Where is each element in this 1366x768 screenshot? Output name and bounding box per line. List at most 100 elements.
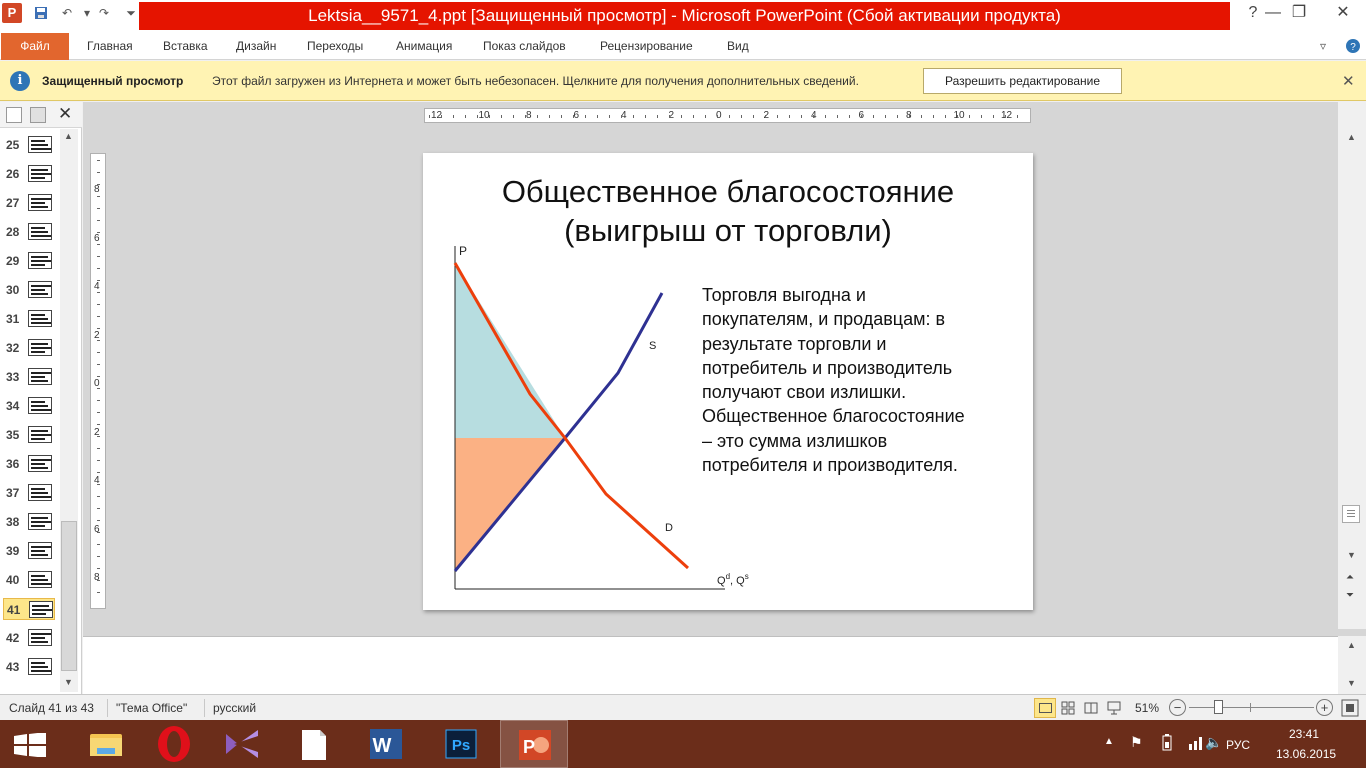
notes-pane[interactable]	[83, 636, 1338, 694]
undo-icon[interactable]: ↶	[60, 6, 74, 20]
save-icon[interactable]	[34, 6, 48, 20]
body-line: Торговля выгодна и	[702, 285, 866, 305]
slide-thumbnail-37[interactable]: 37	[3, 482, 55, 504]
power-icon[interactable]	[1160, 734, 1174, 752]
slide-thumbnail-43[interactable]: 43	[3, 656, 55, 678]
slide-thumbnail-38[interactable]: 38	[3, 511, 55, 533]
slide-41[interactable]: Общественное благосостояние (выигрыш от …	[423, 153, 1033, 610]
slide-number: 32	[6, 341, 20, 355]
scroll-down-icon[interactable]: ▼	[1347, 678, 1356, 688]
slide-thumbnail-32[interactable]: 32	[3, 337, 55, 359]
info-shield-icon: i	[10, 71, 30, 91]
vertical-ruler: 864202468	[90, 153, 106, 609]
tray-expand-icon[interactable]: ▲	[1104, 736, 1114, 747]
windows-start-icon[interactable]	[14, 732, 46, 758]
input-language[interactable]: РУС	[1226, 738, 1250, 752]
notes-scrollbar[interactable]: ▲ ▼	[1338, 636, 1366, 694]
redo-icon[interactable]: ↷	[97, 6, 111, 20]
slide-thumbnail-36[interactable]: 36	[3, 453, 55, 475]
scroll-up-icon[interactable]: ▲	[64, 131, 73, 141]
notes-splitter[interactable]	[83, 629, 1366, 636]
file-explorer-icon[interactable]	[72, 720, 140, 768]
zoom-in-button[interactable]: +	[1316, 699, 1333, 716]
zoom-slider-track[interactable]	[1189, 707, 1314, 708]
tab-slideshow[interactable]: Показ слайдов	[483, 32, 566, 60]
help-circle-icon[interactable]: ?	[1345, 32, 1361, 53]
slide-thumbnail-31[interactable]: 31	[3, 308, 55, 330]
slide-thumbnail-30[interactable]: 30	[3, 279, 55, 301]
language-indicator[interactable]: русский	[213, 701, 256, 715]
reading-view-icon[interactable]	[1084, 701, 1098, 715]
restore-icon[interactable]: ❐	[1276, 0, 1322, 28]
slide-body-text[interactable]: Торговля выгодна и покупателям, и продав…	[702, 283, 1012, 477]
slide-thumbnail-25[interactable]: 25	[3, 134, 55, 156]
svg-text:Ps: Ps	[452, 737, 470, 754]
slide-sorter-icon[interactable]	[1061, 701, 1075, 715]
outline-tab-icon[interactable]	[30, 107, 46, 123]
clock-date[interactable]: 13.06.2015	[1276, 747, 1336, 761]
slide-thumbnail-26[interactable]: 26	[3, 163, 55, 185]
slide-scrollbar[interactable]: ▲ ▼ ⏶ ⏷	[1338, 102, 1366, 629]
normal-view-icon[interactable]	[1034, 698, 1056, 718]
slide-number: 30	[6, 283, 20, 297]
visual-studio-icon[interactable]	[208, 720, 276, 768]
ribbon-collapse-icon[interactable]: ▿	[1320, 32, 1326, 60]
slide-thumbnail-39[interactable]: 39	[3, 540, 55, 562]
status-bar: Слайд 41 из 43 "Тема Office" русский 51%…	[0, 694, 1366, 720]
slideshow-icon[interactable]	[1107, 701, 1121, 715]
photoshop-icon[interactable]: Ps	[428, 720, 496, 768]
fit-to-window-icon[interactable]	[1340, 698, 1360, 718]
tab-review[interactable]: Рецензирование	[600, 32, 693, 60]
document-icon[interactable]	[280, 720, 348, 768]
enable-editing-button[interactable]: Разрешить редактирование	[923, 68, 1122, 94]
scroll-up-icon[interactable]: ▲	[1347, 640, 1356, 650]
slide-thumbnail-image	[28, 426, 52, 443]
scroll-down-icon[interactable]: ▼	[64, 677, 73, 687]
zoom-level[interactable]: 51%	[1135, 701, 1159, 715]
tab-animation[interactable]: Анимация	[396, 32, 452, 60]
slides-tab-icon[interactable]	[6, 107, 22, 123]
slide-number: 26	[6, 167, 20, 181]
slide-thumbnail-40[interactable]: 40	[3, 569, 55, 591]
close-window-icon[interactable]: ✕	[1320, 0, 1366, 28]
scroll-down-icon[interactable]: ▼	[1347, 550, 1356, 560]
scrollbar-thumb[interactable]	[1342, 505, 1360, 523]
scroll-up-icon[interactable]: ▲	[1347, 132, 1356, 142]
word-icon[interactable]: W	[352, 720, 420, 768]
network-icon[interactable]	[1188, 734, 1206, 753]
close-bar-icon[interactable]: ✕	[1342, 72, 1355, 90]
previous-slide-icon[interactable]: ⏶	[1346, 572, 1354, 583]
slide-thumbnail-34[interactable]: 34	[3, 395, 55, 417]
title-bar: P ↶ ▾ ↷ ⏷ Lektsia__9571_4.ppt [Защищенны…	[0, 0, 1366, 32]
customize-qat-icon[interactable]: ⏷	[124, 6, 138, 20]
slide-thumbnail-42[interactable]: 42	[3, 627, 55, 649]
tab-insert[interactable]: Вставка	[163, 32, 208, 60]
action-center-flag-icon[interactable]: ⚑	[1130, 734, 1143, 751]
protected-view-bar: i Защищенный просмотр Этот файл загружен…	[0, 61, 1366, 101]
close-panel-icon[interactable]: ✕	[58, 104, 72, 124]
slide-thumbnail-27[interactable]: 27	[3, 192, 55, 214]
scrollbar-thumb[interactable]	[61, 521, 77, 671]
tab-home[interactable]: Главная	[87, 32, 133, 60]
opera-icon[interactable]	[140, 720, 208, 768]
tab-transitions[interactable]: Переходы	[307, 32, 363, 60]
slide-thumbnail-33[interactable]: 33	[3, 366, 55, 388]
clock-time[interactable]: 23:41	[1289, 727, 1319, 741]
slide-thumbnail-28[interactable]: 28	[3, 221, 55, 243]
powerpoint-app-icon[interactable]: P	[2, 3, 22, 23]
zoom-slider-handle[interactable]	[1214, 700, 1223, 714]
tab-file[interactable]: Файл	[1, 33, 69, 60]
slide-thumbnail-29[interactable]: 29	[3, 250, 55, 272]
tab-design[interactable]: Дизайн	[236, 32, 276, 60]
powerpoint-taskbar-icon[interactable]: P	[500, 720, 568, 768]
protected-view-message[interactable]: Этот файл загружен из Интернета и может …	[212, 74, 859, 88]
slide-number: 31	[6, 312, 20, 326]
slides-panel-scrollbar[interactable]: ▲ ▼	[60, 129, 78, 692]
slide-thumbnail-35[interactable]: 35	[3, 424, 55, 446]
zoom-out-button[interactable]: −	[1169, 699, 1186, 716]
tab-view[interactable]: Вид	[727, 32, 749, 60]
next-slide-icon[interactable]: ⏷	[1346, 590, 1354, 601]
slide-thumbnail-41[interactable]: 41	[3, 598, 55, 620]
volume-icon[interactable]: 🔈	[1205, 734, 1222, 751]
undo-dropdown-icon[interactable]: ▾	[80, 6, 94, 20]
